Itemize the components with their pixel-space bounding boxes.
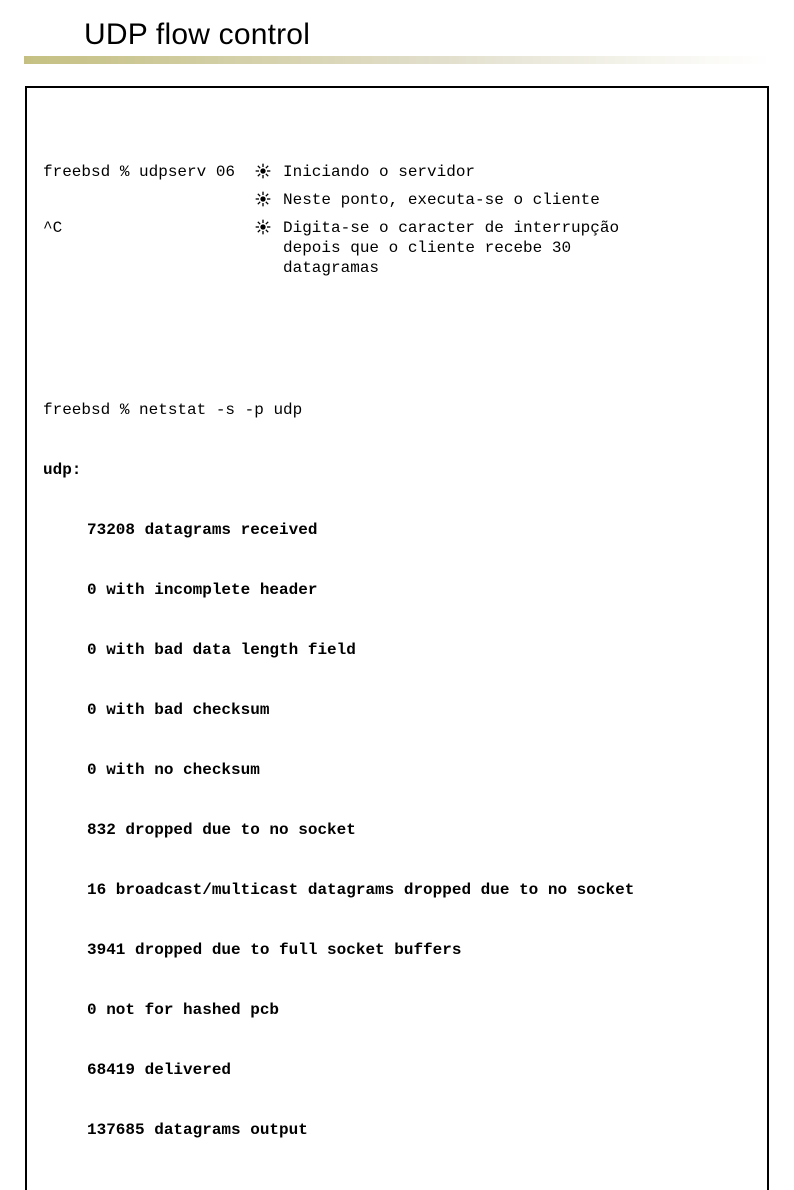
netstat-line: 0 with bad data length field bbox=[43, 640, 751, 660]
netstat-line: 137685 datagrams output bbox=[43, 1120, 751, 1140]
netstat-line: 0 with bad checksum bbox=[43, 700, 751, 720]
cmd-cell: ^C bbox=[43, 218, 243, 238]
page-title: UDP flow control bbox=[84, 18, 770, 52]
netstat-line: 73208 datagrams received bbox=[43, 520, 751, 540]
netstat-cmd: freebsd % netstat -s -p udp bbox=[43, 400, 751, 420]
netstat-line: 0 not for hashed pcb bbox=[43, 1000, 751, 1020]
netstat-line: 16 broadcast/multicast datagrams dropped… bbox=[43, 880, 751, 900]
desc-cell: Digita-se o caracter de interrupção depo… bbox=[283, 218, 751, 278]
explain-rows: freebsd % udpserv 06 Iniciando o servido… bbox=[43, 162, 751, 278]
slide: UDP flow control freebsd % udpserv 06 In… bbox=[0, 0, 794, 595]
cog-icon bbox=[251, 190, 275, 207]
desc-cell: Neste ponto, executa-se o cliente bbox=[283, 190, 751, 210]
cmd-cell: freebsd % udpserv 06 bbox=[43, 162, 243, 182]
netstat-line: 3941 dropped due to full socket buffers bbox=[43, 940, 751, 960]
cog-icon bbox=[251, 162, 275, 179]
netstat-line: 0 with incomplete header bbox=[43, 580, 751, 600]
title-underline bbox=[24, 56, 770, 64]
netstat-line: 832 dropped due to no socket bbox=[43, 820, 751, 840]
netstat-block: freebsd % netstat -s -p udp udp: 73208 d… bbox=[43, 360, 751, 1180]
cog-icon bbox=[251, 218, 275, 235]
netstat-line: 68419 delivered bbox=[43, 1060, 751, 1080]
netstat-line: 0 with no checksum bbox=[43, 760, 751, 780]
desc-cell: Iniciando o servidor bbox=[283, 162, 751, 182]
netstat-header: udp: bbox=[43, 460, 751, 480]
content-box: freebsd % udpserv 06 Iniciando o servido… bbox=[25, 86, 769, 1190]
